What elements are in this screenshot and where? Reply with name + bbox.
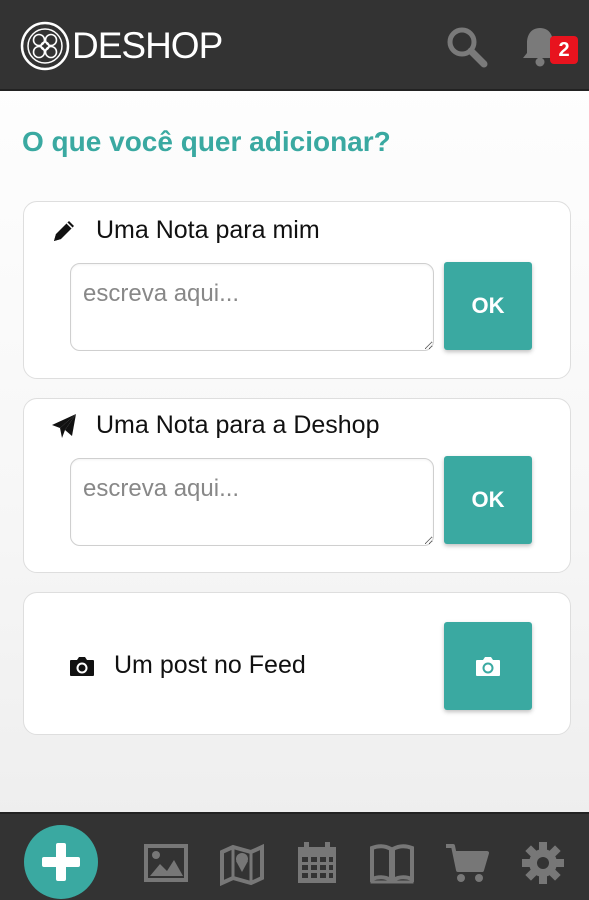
- camera-icon: [70, 656, 94, 676]
- image-icon[interactable]: [143, 840, 189, 886]
- note-for-me-input[interactable]: [70, 263, 434, 351]
- card-header: Um post no Feed: [68, 651, 306, 680]
- notification-badge[interactable]: 2: [550, 36, 578, 64]
- logo-emblem-icon: [20, 21, 70, 71]
- logo[interactable]: DESHOP: [20, 21, 223, 71]
- card-label: Um post no Feed: [114, 651, 306, 679]
- book-icon[interactable]: [369, 840, 415, 886]
- gear-icon[interactable]: [520, 840, 566, 886]
- feed-post-camera-button[interactable]: [444, 622, 532, 710]
- note-for-me-ok-button[interactable]: OK: [444, 262, 532, 350]
- card-label: Uma Nota para mim: [96, 216, 320, 244]
- feed-post-card: Um post no Feed: [23, 592, 571, 735]
- note-for-deshop-ok-button[interactable]: OK: [444, 456, 532, 544]
- note-for-deshop-card: Uma Nota para a Deshop OK: [23, 398, 571, 573]
- note-for-me-card: Uma Nota para mim OK: [23, 201, 571, 379]
- page-title: O que você quer adicionar?: [22, 126, 391, 157]
- add-button[interactable]: [24, 825, 98, 899]
- paper-plane-icon: [52, 413, 76, 438]
- note-for-deshop-input[interactable]: [70, 458, 434, 546]
- bottom-nav: [0, 812, 589, 900]
- search-icon[interactable]: [444, 24, 490, 70]
- card-header: Uma Nota para mim: [50, 216, 320, 245]
- logo-text: DESHOP: [72, 25, 223, 66]
- camera-icon: [476, 657, 500, 676]
- pencil-icon: [54, 220, 74, 241]
- calendar-icon[interactable]: [294, 840, 340, 886]
- app-header: DESHOP 2: [0, 0, 589, 91]
- map-icon[interactable]: [219, 840, 265, 886]
- add-icon: [42, 843, 80, 881]
- cart-icon[interactable]: [444, 840, 490, 886]
- card-label: Uma Nota para a Deshop: [96, 411, 380, 439]
- card-header: Uma Nota para a Deshop: [50, 411, 379, 440]
